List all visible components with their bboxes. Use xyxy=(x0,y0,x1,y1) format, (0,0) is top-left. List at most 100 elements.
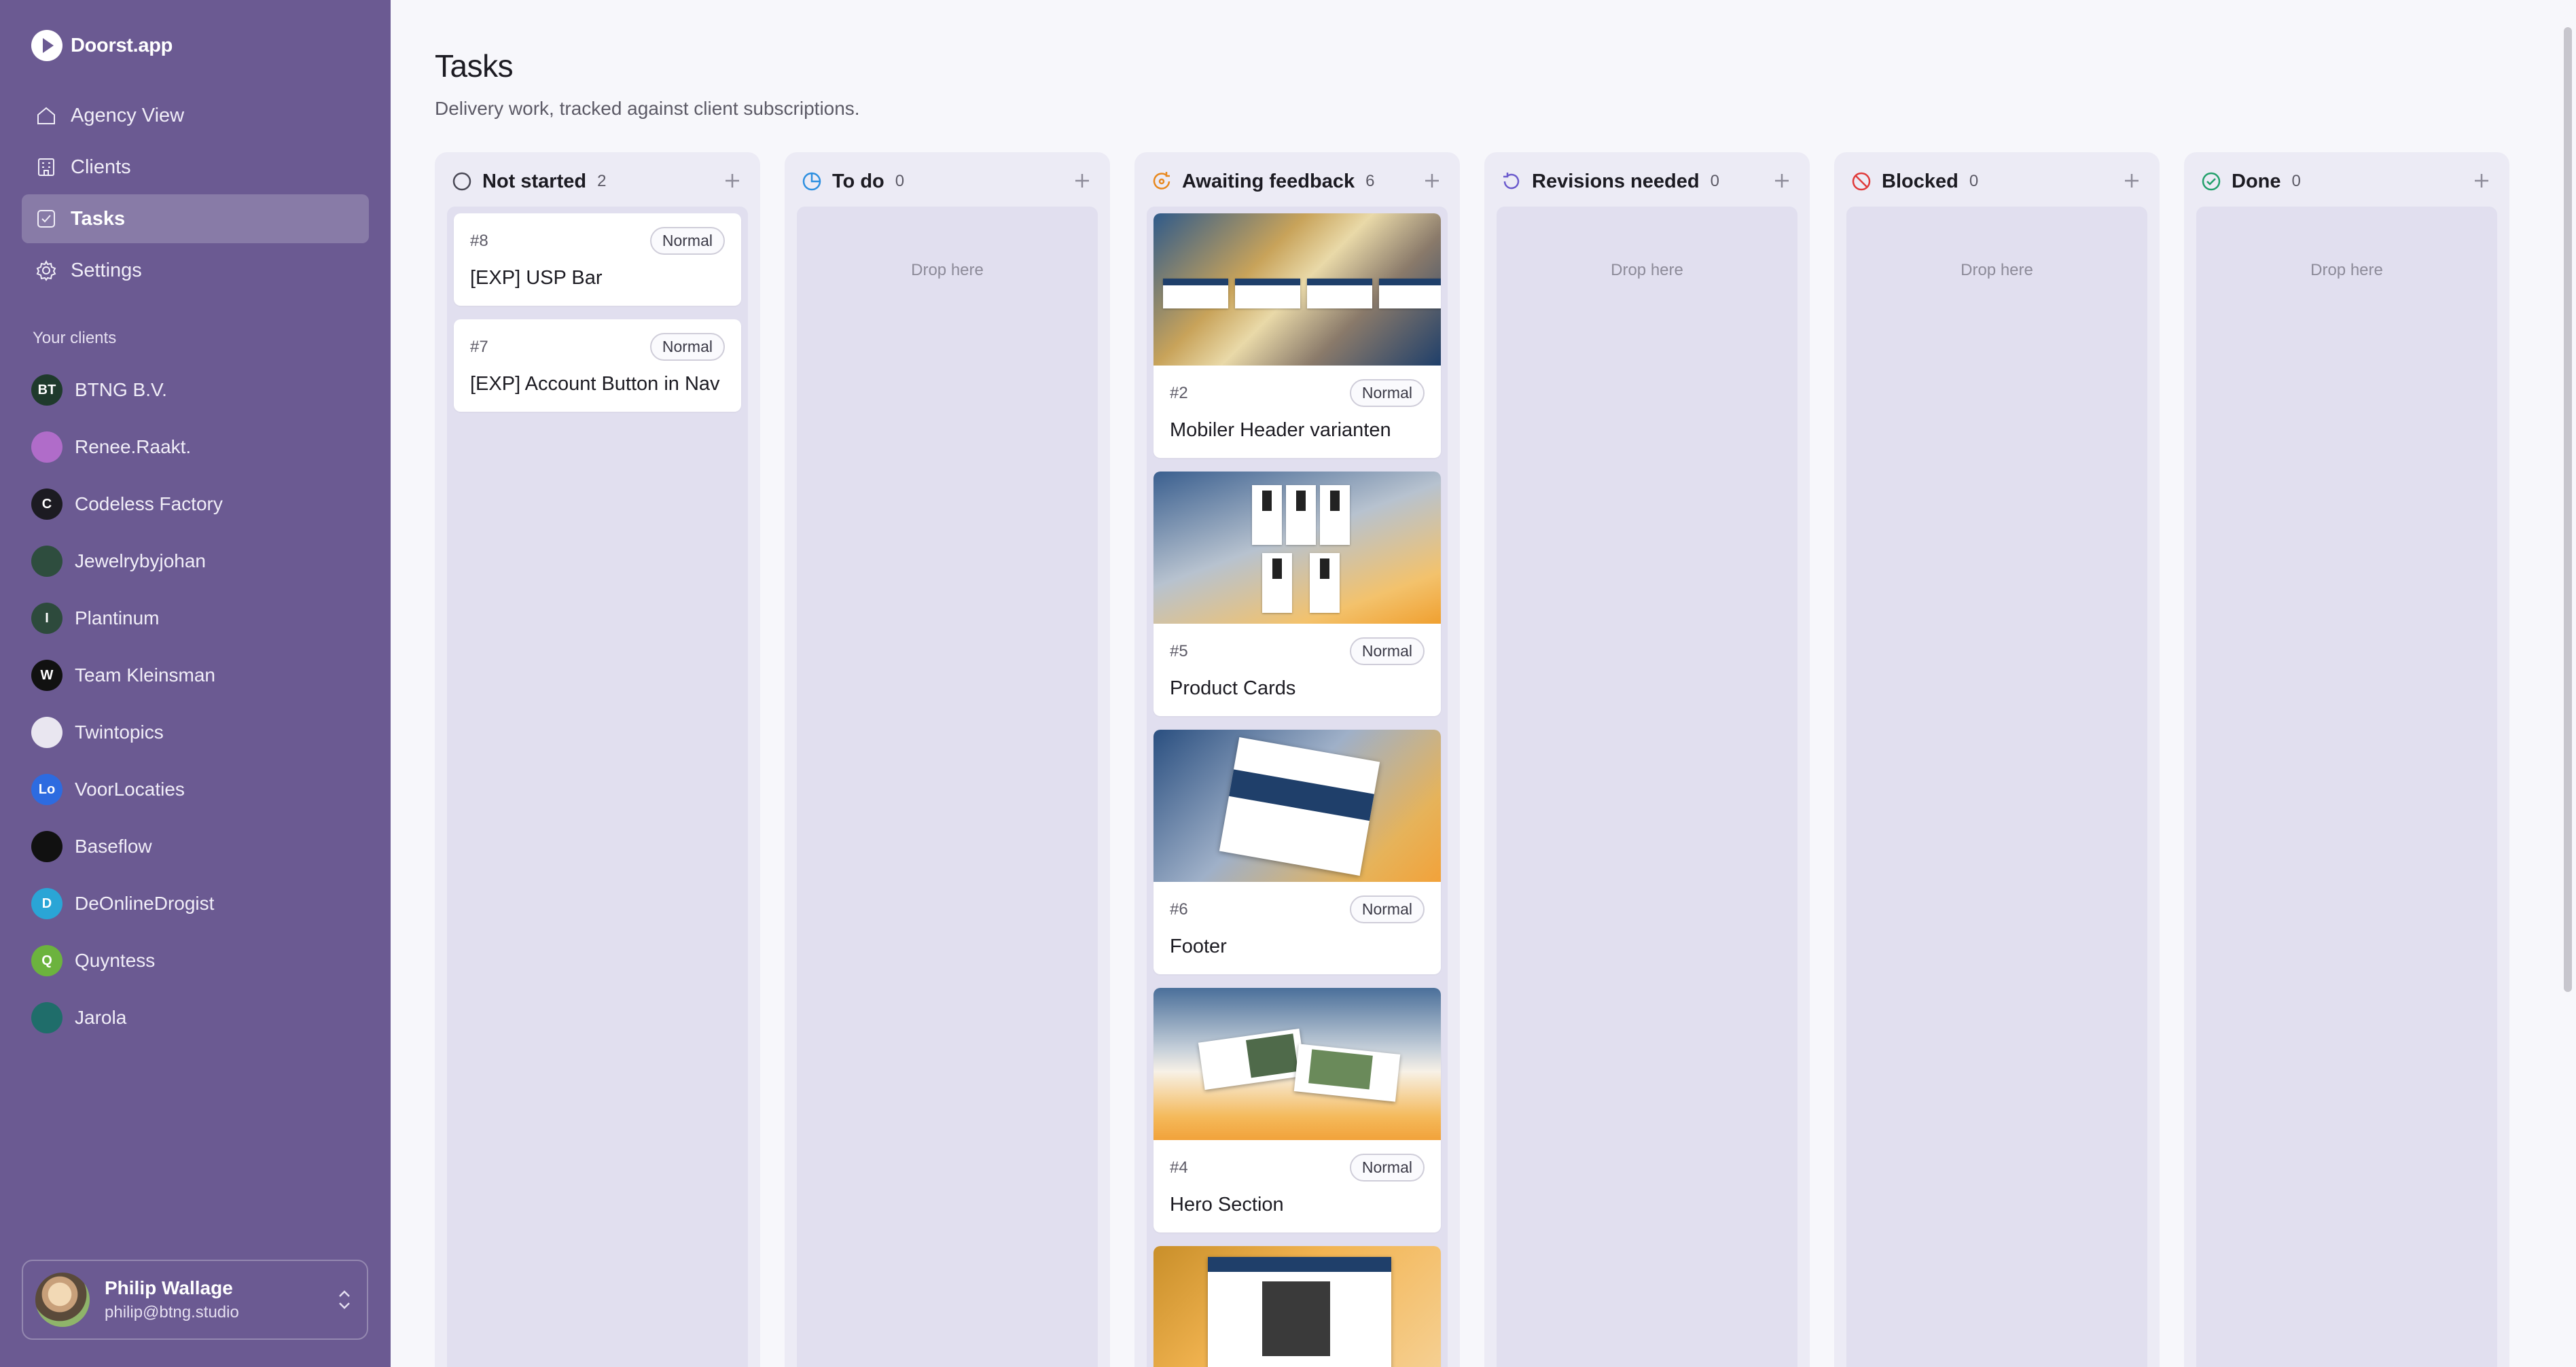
column-revisions-needed: Revisions needed 0 Drop here xyxy=(1484,152,1810,1367)
task-card-body: #4 Normal Hero Section xyxy=(1153,1140,1441,1232)
user-name: Philip Wallage xyxy=(105,1277,233,1298)
sidebar-client-quyntess[interactable]: Q Quyntess xyxy=(22,932,369,989)
client-name: Jarola xyxy=(75,1007,127,1028)
sidebar-item-agency-view[interactable]: Agency View xyxy=(22,91,369,140)
client-logo-icon: Lo xyxy=(31,774,62,805)
undo-icon xyxy=(1501,171,1522,192)
priority-badge: Normal xyxy=(1349,637,1425,665)
ban-icon xyxy=(1850,171,1872,192)
add-task-button[interactable] xyxy=(2471,171,2493,192)
user-menu[interactable]: Philip Wallage philip@btng.studio xyxy=(22,1260,368,1340)
task-card-meta: #2 Normal xyxy=(1170,379,1425,407)
sidebar-item-clients[interactable]: Clients xyxy=(22,143,369,192)
check-circle-icon xyxy=(2200,171,2222,192)
add-task-button[interactable] xyxy=(1422,171,1444,192)
chevron-up-down-icon xyxy=(334,1286,355,1313)
drop-here-label: Drop here xyxy=(1611,261,1683,279)
task-card[interactable]: #4 Normal Hero Section xyxy=(1153,988,1441,1232)
task-thumbnail xyxy=(1153,472,1441,624)
gear-icon xyxy=(34,258,58,283)
priority-badge: Normal xyxy=(649,333,725,361)
add-task-button[interactable] xyxy=(1772,171,1793,192)
circle-icon xyxy=(451,171,473,192)
sidebar-item-label: Settings xyxy=(71,259,142,281)
main: Tasks Delivery work, tracked against cli… xyxy=(391,0,2576,1367)
brand[interactable]: Doorst.app xyxy=(31,30,369,61)
column-title: Not started xyxy=(482,170,587,192)
sidebar-item-settings[interactable]: Settings xyxy=(22,246,369,295)
sidebar-client-voorlocaties[interactable]: Lo VoorLocaties xyxy=(22,761,369,818)
task-card[interactable] xyxy=(1153,1246,1441,1367)
task-card[interactable]: #2 Normal Mobiler Header varianten xyxy=(1153,213,1441,458)
column-dropzone[interactable]: Drop here xyxy=(1497,207,1797,1367)
task-thumbnail xyxy=(1153,213,1441,366)
column-count: 6 xyxy=(1365,172,1375,190)
task-thumbnail xyxy=(1153,730,1441,882)
sidebar-client-btng-b-v[interactable]: BT BTNG B.V. xyxy=(22,361,369,419)
column-header: Awaiting feedback 6 xyxy=(1147,164,1448,198)
client-name: Quyntess xyxy=(75,950,156,971)
task-id: #2 xyxy=(1170,383,1188,402)
sidebar: Doorst.app Agency View Clients Tasks Settin… xyxy=(0,0,391,1367)
sidebar-client-deonlinedrogist[interactable]: D DeOnlineDrogist xyxy=(22,875,369,932)
task-id: #7 xyxy=(470,337,488,356)
column-count: 2 xyxy=(597,172,607,190)
sidebar-client-plantinum[interactable]: I Plantinum xyxy=(22,590,369,647)
sidebar-item-label: Tasks xyxy=(71,207,126,230)
sidebar-item-label: Clients xyxy=(71,156,131,178)
task-thumbnail xyxy=(1153,988,1441,1140)
building-icon xyxy=(34,155,58,179)
sidebar-client-jarola[interactable]: Jarola xyxy=(22,989,369,1046)
task-card[interactable]: #8 Normal [EXP] USP Bar xyxy=(454,213,741,306)
sidebar-client-jewelrybyjohan[interactable]: Jewelrybyjohan xyxy=(22,533,369,590)
task-id: #8 xyxy=(470,231,488,250)
scrollbar[interactable] xyxy=(2560,0,2576,1367)
column-dropzone[interactable]: Drop here xyxy=(1846,207,2147,1367)
task-title: Mobiler Header varianten xyxy=(1170,419,1391,441)
column-dropzone[interactable]: Drop here xyxy=(797,207,1098,1367)
task-id: #4 xyxy=(1170,1158,1188,1177)
priority-badge: Normal xyxy=(649,227,725,255)
sidebar-client-codeless-factory[interactable]: C Codeless Factory xyxy=(22,476,369,533)
priority-badge: Normal xyxy=(1349,1154,1425,1182)
column-dropzone[interactable]: Drop here xyxy=(2196,207,2497,1367)
sidebar-item-tasks[interactable]: Tasks xyxy=(22,194,369,243)
task-title: [EXP] USP Bar xyxy=(470,267,603,289)
task-card-body: #7 Normal [EXP] Account Button in Nav xyxy=(454,319,741,412)
task-title: Footer xyxy=(1170,936,1227,957)
doorst-logo-icon xyxy=(31,30,62,61)
drop-here-label: Drop here xyxy=(2310,261,2383,279)
page-title: Tasks xyxy=(435,48,514,84)
client-logo-icon xyxy=(31,546,62,577)
column-dropzone[interactable]: #2 Normal Mobiler Header varianten #5 Normal… xyxy=(1147,207,1448,1367)
client-name: Twintopics xyxy=(75,722,164,743)
task-title: Product Cards xyxy=(1170,677,1296,699)
column-header: Revisions needed 0 xyxy=(1497,164,1797,198)
client-logo-icon xyxy=(31,717,62,748)
sidebar-client-twintopics[interactable]: Twintopics xyxy=(22,704,369,761)
scrollbar-thumb[interactable] xyxy=(2564,27,2572,992)
task-card[interactable]: #5 Normal Product Cards xyxy=(1153,472,1441,716)
column-dropzone[interactable]: #8 Normal [EXP] USP Bar #7 Normal [EXP] Accou… xyxy=(447,207,748,1367)
sidebar-client-team-kleinsman[interactable]: W Team Kleinsman xyxy=(22,647,369,704)
client-logo-icon xyxy=(31,831,62,862)
column-header: Not started 2 xyxy=(447,164,748,198)
user-email: philip@btng.studio xyxy=(105,1303,239,1321)
task-card-body: #6 Normal Footer xyxy=(1153,882,1441,974)
add-task-button[interactable] xyxy=(722,171,744,192)
task-card[interactable]: #6 Normal Footer xyxy=(1153,730,1441,974)
column-to-do: To do 0 Drop here xyxy=(785,152,1110,1367)
home-icon xyxy=(34,103,58,128)
add-task-button[interactable] xyxy=(2122,171,2143,192)
client-name: Renee.Raakt. xyxy=(75,436,192,457)
task-card[interactable]: #7 Normal [EXP] Account Button in Nav xyxy=(454,319,741,412)
column-awaiting-feedback: Awaiting feedback 6 #2 Normal Mobiler Header… xyxy=(1134,152,1460,1367)
client-name: Codeless Factory xyxy=(75,493,223,514)
sidebar-client-baseflow[interactable]: Baseflow xyxy=(22,818,369,875)
sidebar-client-renee-raakt[interactable]: Renee.Raakt. xyxy=(22,419,369,476)
add-task-button[interactable] xyxy=(1072,171,1094,192)
avatar xyxy=(35,1273,90,1327)
client-logo-icon xyxy=(31,431,62,463)
client-name: Plantinum xyxy=(75,607,160,628)
task-card-meta: #6 Normal xyxy=(1170,895,1425,923)
